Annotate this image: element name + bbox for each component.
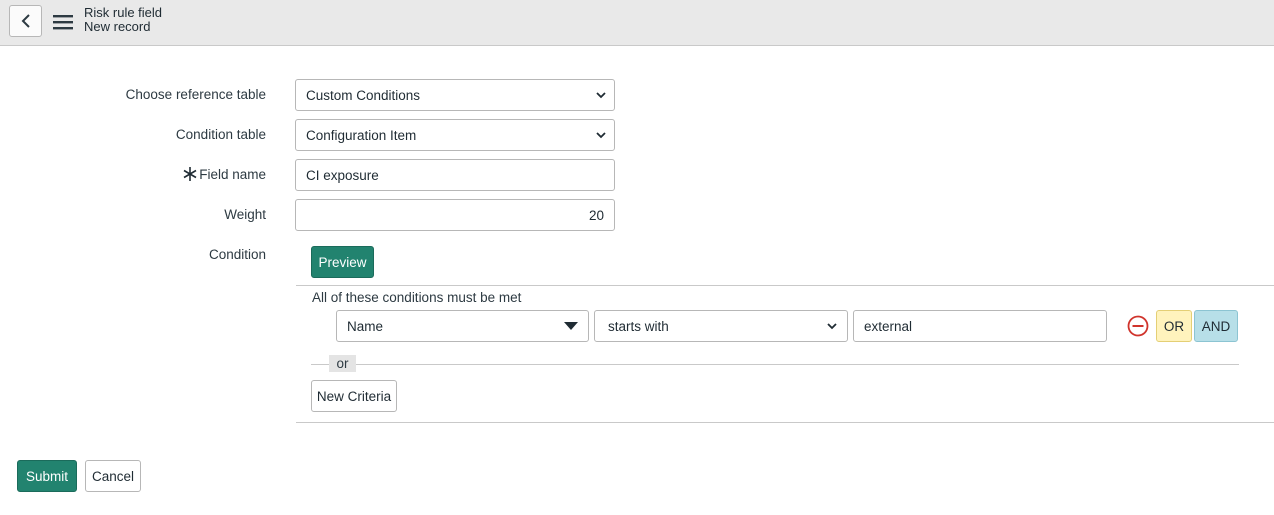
title-block: Risk rule field New record	[84, 6, 162, 34]
page-header: Risk rule field New record	[0, 0, 1274, 46]
page-title: Risk rule field	[84, 5, 163, 20]
hamburger-menu-icon[interactable]	[52, 12, 74, 32]
condition-field-value: Name	[347, 318, 384, 334]
reference-table-label: Choose reference table	[125, 87, 266, 102]
weight-input[interactable]: 20	[295, 199, 615, 231]
weight-value: 20	[588, 207, 604, 223]
condition-table-select[interactable]: Configuration Item	[295, 119, 615, 151]
chevron-down-icon	[596, 131, 606, 138]
condition-table-label: Condition table	[175, 127, 266, 142]
field-name-input[interactable]: CI exposure	[295, 159, 615, 191]
remove-condition-icon[interactable]	[1127, 315, 1149, 337]
caret-down-icon	[564, 322, 578, 330]
submit-button[interactable]: Submit	[17, 460, 77, 492]
new-criteria-button[interactable]: New Criteria	[311, 380, 397, 412]
or-button[interactable]: OR	[1156, 310, 1192, 342]
condition-label: Condition	[208, 247, 266, 262]
chevron-down-icon	[827, 322, 837, 329]
back-button[interactable]	[9, 5, 42, 37]
divider	[296, 285, 1274, 286]
condition-operator-value: starts with	[608, 318, 669, 334]
chevron-down-icon	[596, 91, 606, 98]
condition-table-value: Configuration Item	[306, 127, 417, 143]
page-subtitle: New record	[84, 19, 151, 34]
weight-label: Weight	[224, 207, 266, 222]
cancel-button[interactable]: Cancel	[85, 460, 141, 492]
preview-button[interactable]: Preview	[311, 246, 374, 278]
condition-field-select[interactable]: Name	[336, 310, 589, 342]
field-name-value: CI exposure	[306, 167, 379, 183]
reference-table-select[interactable]: Custom Conditions	[295, 79, 615, 111]
condition-value-text: external	[864, 318, 913, 334]
field-name-label: Field name	[199, 167, 266, 182]
or-separator-label: or	[329, 355, 356, 372]
chevron-left-icon	[21, 14, 30, 28]
reference-table-value: Custom Conditions	[306, 87, 421, 103]
condition-heading: All of these conditions must be met	[312, 290, 522, 305]
condition-bottom-divider	[296, 422, 1274, 423]
condition-value-input[interactable]: external	[853, 310, 1107, 342]
or-divider	[311, 364, 1239, 365]
and-button[interactable]: AND	[1194, 310, 1238, 342]
condition-operator-select[interactable]: starts with	[594, 310, 848, 342]
